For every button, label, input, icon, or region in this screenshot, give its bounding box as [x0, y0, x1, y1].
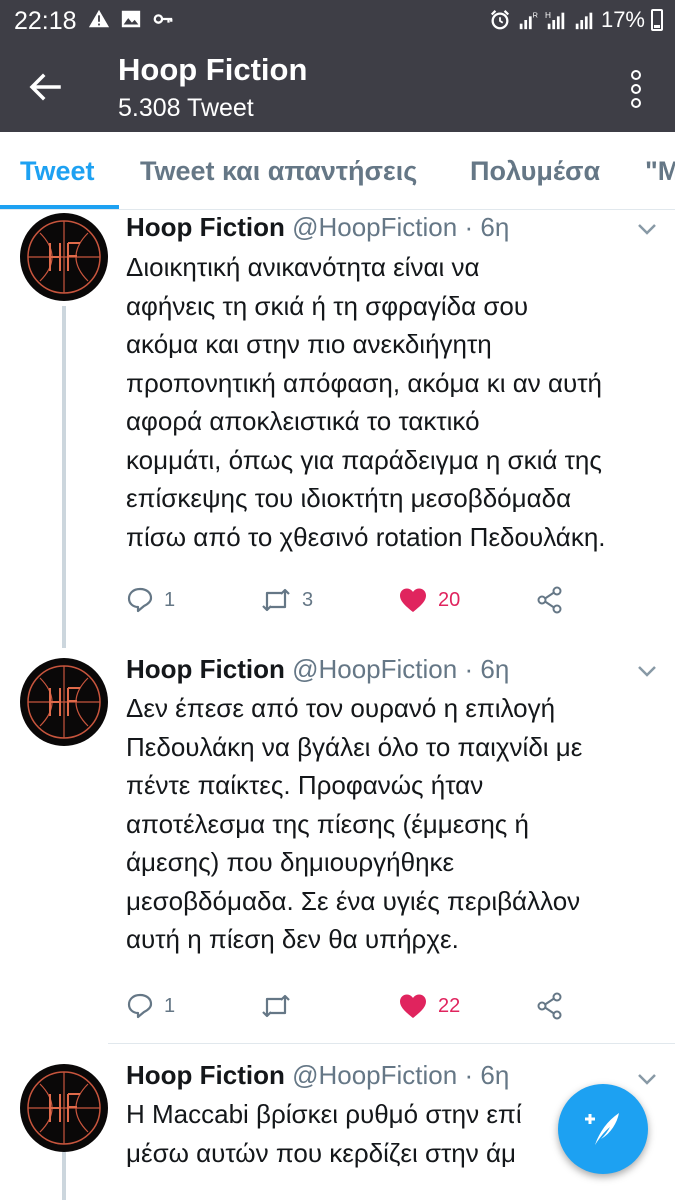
tweet-text-line: Δεν έπεσε από τον ουρανό η επιλογή — [126, 693, 556, 723]
profile-tabs: Tweet Tweet και απαντήσεις Πολυμέσα "Μ — [0, 132, 675, 210]
retweet-button[interactable] — [260, 992, 302, 1020]
reply-icon — [127, 993, 153, 1019]
like-button[interactable]: 22 — [398, 992, 460, 1020]
back-arrow-icon — [29, 73, 61, 101]
key-icon — [153, 14, 173, 24]
tweet-text-line: μεσοβδόμαδα. Σε ένα υγιές περιβάλλον — [126, 885, 581, 916]
retweet-count: 3 — [302, 588, 314, 611]
status-time: 22:18 — [14, 7, 77, 35]
tweet-time: 6η — [480, 654, 510, 684]
retweet-button[interactable]: 3 — [260, 586, 313, 614]
image-icon — [121, 10, 141, 28]
author-name[interactable]: Hoop Fiction — [126, 1060, 285, 1090]
author-name[interactable]: Hoop Fiction — [126, 654, 285, 684]
tweet-text-line: πέντε παίκτες. Προφανώς ήταν — [126, 770, 484, 800]
tweet-text-line: αφήνεις τη σκιά ή τη σφραγίδα σου — [126, 290, 529, 321]
page-title: Hoop Fiction — [118, 52, 308, 87]
chevron-down-icon[interactable] — [637, 222, 657, 236]
tweet-text-line: αποτέλεσμα της πίεσης (έμμεσης ή — [126, 808, 529, 839]
svg-text:H: H — [545, 11, 551, 20]
svg-text:R: R — [533, 10, 538, 19]
tweet-text-line: προπονητική απόφαση, ακόμα κι αν αυτή — [126, 367, 602, 398]
author-name[interactable]: Hoop Fiction — [126, 212, 285, 242]
menu-dot-icon — [631, 84, 641, 94]
overflow-menu-button[interactable] — [621, 66, 651, 112]
hoop-fiction-logo-icon — [27, 220, 101, 294]
hoop-fiction-logo-icon — [27, 665, 101, 739]
tweet-text-line: ακόμα και στην πιο ανεκδιήγητη — [126, 329, 492, 359]
chevron-down-icon[interactable] — [637, 664, 657, 678]
tweet-time: 6η — [480, 212, 510, 242]
share-icon — [537, 586, 562, 614]
tweet-time: 6η — [480, 1060, 510, 1090]
reply-icon — [127, 587, 153, 613]
like-count: 22 — [438, 994, 461, 1017]
tweet-header: Hoop Fiction @HoopFiction · 6η — [126, 1060, 509, 1091]
status-bar: 22:18 R H 17% — [0, 0, 675, 42]
tweet-text-line: αυτή η πίεση δεν θα υπήρχε. — [126, 924, 459, 954]
tweet-header: Hoop Fiction @HoopFiction · 6η — [126, 212, 509, 243]
tweet-text: Δεν έπεσε από τον ουρανό η επιλογή Πεδου… — [126, 689, 666, 959]
avatar[interactable] — [20, 213, 108, 301]
chevron-down-icon[interactable] — [637, 1072, 657, 1086]
author-handle[interactable]: @HoopFiction — [292, 212, 457, 242]
reply-count: 1 — [164, 588, 176, 611]
compose-tweet-button[interactable] — [558, 1084, 648, 1174]
like-count: 20 — [438, 588, 461, 611]
retweet-icon — [262, 588, 290, 612]
tab-likes[interactable]: "Μ — [645, 156, 675, 187]
menu-dot-icon — [631, 70, 641, 80]
battery-icon — [651, 9, 663, 31]
tweet-text: Διοικητική ανικανότητα είναι να αφήνεις … — [126, 248, 666, 556]
reply-button[interactable]: 1 — [126, 992, 175, 1020]
app-header: Hoop Fiction 5.308 Tweet — [0, 42, 675, 132]
compose-feather-icon — [585, 1113, 619, 1145]
menu-dot-icon — [631, 98, 641, 108]
tab-media[interactable]: Πολυμέσα — [470, 156, 600, 187]
tweet-text-line: επίσκεψης του ιδιοκτήτη μεσοβδόμαδα — [126, 483, 572, 513]
reply-button[interactable]: 1 — [126, 586, 175, 614]
separator-dot: · — [464, 212, 474, 242]
alarm-icon — [490, 10, 510, 30]
tweet-text-line: Διοικητική ανικανότητα είναι να — [126, 252, 480, 282]
tweet-count: 5.308 Tweet — [118, 94, 254, 122]
share-button[interactable] — [536, 992, 564, 1020]
warning-icon — [88, 9, 110, 28]
author-handle[interactable]: @HoopFiction — [292, 654, 457, 684]
battery-percent: 17% — [600, 7, 645, 32]
tab-tweets[interactable]: Tweet — [20, 156, 95, 187]
heart-filled-icon — [400, 588, 426, 612]
share-icon — [537, 992, 562, 1020]
tweet-text-line: αφορά αποκλειστικά το τακτικό — [126, 406, 480, 436]
back-button[interactable] — [22, 64, 68, 110]
tweet-text-line: κομμάτι, όπως για παράδειγμα η σκιά της — [126, 444, 602, 475]
share-button[interactable] — [536, 586, 564, 614]
heart-filled-icon — [400, 994, 426, 1018]
tweet[interactable]: Hoop Fiction @HoopFiction · 6η Διοικητικ… — [0, 210, 675, 648]
avatar[interactable] — [20, 1064, 108, 1152]
tweet-text-line: άμεσης) που δημιουργήθηκε — [126, 847, 455, 877]
tweet-text-line: πίσω από το χθεσινό rotation Πεδουλάκη. — [126, 521, 606, 552]
like-button[interactable]: 20 — [398, 586, 460, 614]
signal-icon — [575, 12, 593, 30]
thread-line — [62, 1152, 66, 1200]
author-handle[interactable]: @HoopFiction — [292, 1060, 457, 1090]
avatar[interactable] — [20, 658, 108, 746]
separator-dot: · — [464, 1060, 474, 1090]
tweet-header: Hoop Fiction @HoopFiction · 6η — [126, 654, 509, 685]
reply-count: 1 — [164, 994, 176, 1017]
retweet-icon — [262, 994, 290, 1018]
thread-line — [62, 306, 66, 648]
separator-dot: · — [464, 654, 474, 684]
signal-h-icon: H — [545, 11, 565, 30]
signal-r-icon: R — [519, 10, 538, 30]
tab-tweets-and-replies[interactable]: Tweet και απαντήσεις — [140, 156, 417, 187]
tweet-text-line: Πεδουλάκη να βγάλει όλο το παιχνίδι με — [126, 731, 583, 762]
tweet[interactable]: Hoop Fiction @HoopFiction · 6η Δεν έπεσε… — [0, 648, 675, 1043]
hoop-fiction-logo-icon — [27, 1071, 101, 1145]
